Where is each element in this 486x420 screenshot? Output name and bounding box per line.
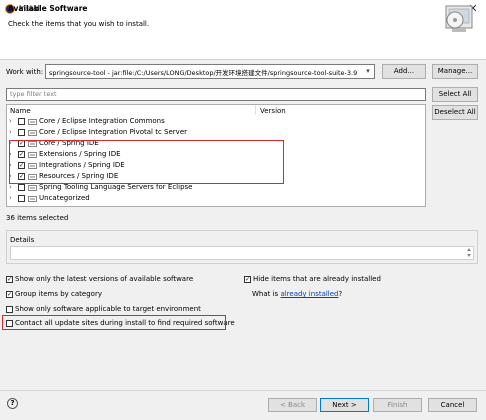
filter-input[interactable]: type filter text [6, 88, 426, 101]
highlight-box [9, 140, 284, 184]
category-icon [28, 119, 37, 125]
column-divider[interactable] [255, 105, 256, 115]
tree-row-checkbox[interactable] [18, 118, 25, 125]
back-button[interactable]: < Back [268, 398, 317, 412]
tree-row[interactable]: › Spring Tooling Language Servers for Ec… [7, 183, 425, 194]
details-scrollbar[interactable] [466, 247, 473, 259]
tree-row-label: Core / Eclipse Integration Pivotal tc Se… [39, 128, 188, 136]
group-by-category-checkbox[interactable]: ✓ [6, 291, 13, 298]
chevron-down-icon[interactable]: ▾ [362, 65, 374, 78]
tree-row-label: Core / Eclipse Integration Commons [39, 117, 165, 125]
help-icon[interactable]: ? [7, 398, 18, 409]
what-is-prefix: What is [252, 290, 281, 298]
tree-row[interactable]: › Core / Eclipse Integration Commons [7, 117, 425, 128]
page-title: Available Software [8, 4, 88, 13]
select-all-button[interactable]: Select All [432, 87, 478, 102]
tree-row-label: Uncategorized [39, 194, 90, 202]
work-with-label: Work with: [6, 68, 44, 76]
scroll-down-icon[interactable] [467, 254, 471, 257]
page-description: Check the items that you wish to install… [8, 20, 150, 28]
category-icon [28, 130, 37, 136]
tree-row-checkbox[interactable] [18, 184, 25, 191]
details-label: Details [10, 236, 35, 244]
show-applicable-checkbox[interactable] [6, 306, 13, 313]
next-button[interactable]: Next > [320, 398, 369, 412]
details-text-area[interactable] [10, 246, 474, 260]
expand-arrow-icon[interactable]: › [9, 128, 12, 136]
add-site-button[interactable]: Add... [382, 64, 426, 79]
tree-row-checkbox[interactable] [18, 129, 25, 136]
finish-button[interactable]: Finish [373, 398, 422, 412]
highlight-box [2, 315, 226, 330]
tree-row-label: Spring Tooling Language Servers for Ecli… [39, 183, 193, 191]
show-latest-label: Show only the latest versions of availab… [15, 275, 194, 283]
expand-arrow-icon[interactable]: › [9, 194, 12, 202]
selection-count: 36 items selected [6, 214, 69, 222]
scroll-up-icon[interactable] [467, 248, 471, 251]
work-with-combo[interactable]: springsource-tool - jar:file:/C:/Users/L… [45, 64, 375, 79]
tree-row[interactable]: › Uncategorized [7, 194, 425, 205]
category-icon [28, 185, 37, 191]
already-installed-link[interactable]: already installed [280, 290, 338, 298]
what-is-installed-text: What is already installed? [252, 290, 342, 298]
hide-installed-label: Hide items that are already installed [253, 275, 381, 283]
deselect-all-button[interactable]: Deselect All [432, 105, 478, 120]
cancel-button[interactable]: Cancel [428, 398, 477, 412]
hide-installed-checkbox[interactable]: ✓ [244, 276, 251, 283]
group-by-category-label: Group items by category [15, 290, 102, 298]
footer-divider [0, 390, 486, 391]
install-wizard-icon [445, 5, 473, 32]
expand-arrow-icon[interactable]: › [9, 183, 12, 191]
column-header-name[interactable]: Name [10, 107, 31, 115]
manage-sites-button[interactable]: Manage... [432, 64, 478, 79]
category-icon [28, 196, 37, 202]
show-applicable-label: Show only software applicable to target … [15, 305, 201, 313]
column-header-version[interactable]: Version [260, 107, 286, 115]
tree-row[interactable]: › Core / Eclipse Integration Pivotal tc … [7, 128, 425, 139]
what-is-suffix: ? [338, 290, 343, 298]
show-latest-checkbox[interactable]: ✓ [6, 276, 13, 283]
expand-arrow-icon[interactable]: › [9, 117, 12, 125]
tree-row-checkbox[interactable] [18, 195, 25, 202]
